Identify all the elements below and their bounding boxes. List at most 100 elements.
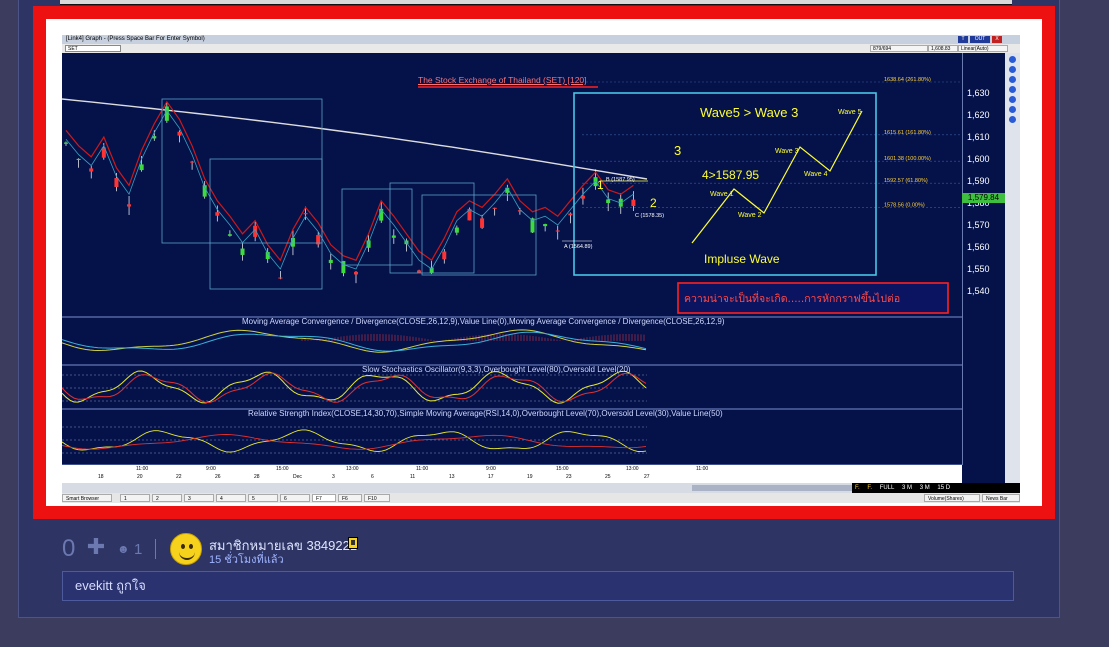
time-label-lower: 23 xyxy=(566,474,572,480)
tool-icon[interactable] xyxy=(1009,56,1016,63)
candle-body xyxy=(177,131,182,136)
point-label-a: A (1564.89) xyxy=(564,244,593,250)
page-tab[interactable]: 2 xyxy=(152,494,182,502)
page-tab[interactable]: 1 xyxy=(120,494,150,502)
wave-label: Wave 3 xyxy=(775,148,799,155)
plus-icon[interactable]: ✚ xyxy=(86,536,106,558)
range-item[interactable]: 15 D xyxy=(934,485,953,491)
previous-image-edge xyxy=(60,0,1012,5)
macd-signal-line xyxy=(62,331,647,352)
time-label-upper: 15:00 xyxy=(556,466,569,472)
page-tab-f6[interactable]: F6 xyxy=(338,494,362,502)
time-label-lower: 6 xyxy=(371,474,374,480)
tool-icon[interactable] xyxy=(1009,116,1016,123)
tool-icon[interactable] xyxy=(1009,76,1016,83)
annotation-wave-type: Impluse Wave xyxy=(704,252,780,266)
rsi-sma xyxy=(62,434,647,450)
time-label-lower: Dec xyxy=(293,474,302,480)
time-label-upper: 11:00 xyxy=(136,466,149,472)
candle-body xyxy=(492,207,497,209)
time-label-lower: 20 xyxy=(137,474,143,480)
page-tab[interactable]: 6 xyxy=(280,494,310,502)
candle-body xyxy=(417,270,422,273)
smart-browser-dropdown[interactable]: Smart Browser xyxy=(62,494,112,502)
price-tick: 1,630 xyxy=(967,88,990,98)
wave-number-two: 2 xyxy=(650,196,657,210)
candle-body xyxy=(454,227,459,233)
page-tab[interactable]: 3 xyxy=(184,494,214,502)
range-item[interactable]: F. xyxy=(864,485,875,491)
moving-average-cyan xyxy=(65,109,634,270)
last-price-label: 1,579.84 xyxy=(962,193,1005,203)
page-tab-f10[interactable]: F10 xyxy=(364,494,390,502)
time-label-lower: 11 xyxy=(410,474,416,480)
range-item[interactable]: FULL xyxy=(877,485,898,491)
tool-icon[interactable] xyxy=(1009,106,1016,113)
emotion-icon[interactable]: ☻ xyxy=(117,542,130,556)
page-tab-f7[interactable]: F7 xyxy=(312,494,336,502)
candle-body xyxy=(631,199,636,207)
tool-column[interactable] xyxy=(1005,53,1020,483)
range-item[interactable]: F. xyxy=(852,485,863,491)
thai-note-text: ความน่าจะเป็นที่จะเกิด.....การหักกราฟขึ้… xyxy=(684,291,900,305)
page-tab[interactable]: 4 xyxy=(216,494,246,502)
vote-count: 0 xyxy=(62,535,76,562)
time-label-lower: 28 xyxy=(254,474,260,480)
avatar[interactable] xyxy=(170,533,202,565)
volume-tab[interactable]: Volume(Shares) xyxy=(924,494,980,502)
candle-body xyxy=(240,248,245,255)
candle-body xyxy=(606,199,611,204)
candle-body xyxy=(152,136,157,139)
wave-box xyxy=(421,194,537,276)
chart-screenshot-wrapper: [Link4] Graph - (Press Space Bar For Ent… xyxy=(46,19,1042,506)
wave-number-three: 3 xyxy=(674,143,681,158)
price-axis: 1,630 1,620 1,610 1,600 1,590 1,580 1,570 1,560… xyxy=(962,53,1006,465)
fib-label: 1578.56 (0.00%) xyxy=(884,202,925,208)
candle-body xyxy=(555,230,560,232)
moving-average-red xyxy=(65,100,634,262)
reaction-count: 1 xyxy=(134,541,143,558)
chart-title: The Stock Exchange of Thailand (SET) [12… xyxy=(418,75,587,85)
fib-label: 1615.61 (161.80%) xyxy=(884,130,931,136)
annotation-condition: 4>1587.95 xyxy=(702,168,759,182)
wave-label: Wave 5 xyxy=(838,109,862,116)
tool-icon[interactable] xyxy=(1009,86,1016,93)
macd-title: Moving Average Convergence / Divergence(… xyxy=(242,317,725,326)
chart-scrollbar[interactable]: F. F. FULL 3 M 3 M 15 D xyxy=(62,483,1020,493)
candle-body xyxy=(543,224,548,227)
moving-average-white xyxy=(62,98,648,180)
candle-body xyxy=(278,277,283,279)
candle-body xyxy=(568,213,573,216)
liked-by-text[interactable]: evekitt ถูกใจ xyxy=(75,578,146,593)
news-bar-tab[interactable]: News Bar xyxy=(982,494,1020,502)
fib-label: 1601.38 (100.00%) xyxy=(884,156,931,162)
price-tick: 1,550 xyxy=(967,264,990,274)
candle-body xyxy=(328,259,333,264)
candle-body xyxy=(190,161,195,163)
chart-canvas: 1638.64 (261.80%) 1615.61 (161.80%) 1601.3… xyxy=(62,77,977,466)
post-time: 15 ชั่วโมงที่แล้ว xyxy=(209,554,284,566)
price-tick: 1,570 xyxy=(967,220,990,230)
page-tab[interactable]: 5 xyxy=(248,494,278,502)
post-meta: 0 ✚ ☻ 1 สมาชิกหมายเลข 3849221 15 ชั่วโมง… xyxy=(62,533,1012,566)
time-label-upper: 13:00 xyxy=(346,466,359,472)
candle-body xyxy=(227,234,232,236)
liked-by-bar: evekitt ถูกใจ xyxy=(62,571,1014,601)
candle-body xyxy=(139,164,144,171)
range-buttons[interactable]: F. F. FULL 3 M 3 M 15 D xyxy=(852,483,1020,493)
time-label-lower: 3 xyxy=(332,474,335,480)
price-tick: 1,600 xyxy=(967,154,990,164)
range-item[interactable]: 3 M xyxy=(899,485,915,491)
scroll-thumb[interactable] xyxy=(692,485,852,491)
tool-icon[interactable] xyxy=(1009,96,1016,103)
member-badge-icon xyxy=(348,537,358,549)
bottom-toolbar: Smart Browser 1 2 3 4 5 6 F7 F6 F10 Volu… xyxy=(62,493,1020,503)
tool-icon[interactable] xyxy=(1009,66,1016,73)
candle-body xyxy=(76,158,81,160)
time-label-lower: 25 xyxy=(605,474,611,480)
time-label-upper: 11:00 xyxy=(416,466,429,472)
rsi-title: Relative Strength Index(CLOSE,14,30,70),… xyxy=(248,409,723,418)
time-label-upper: 9:00 xyxy=(486,466,496,472)
candle-body xyxy=(127,204,132,207)
range-item[interactable]: 3 M xyxy=(917,485,933,491)
